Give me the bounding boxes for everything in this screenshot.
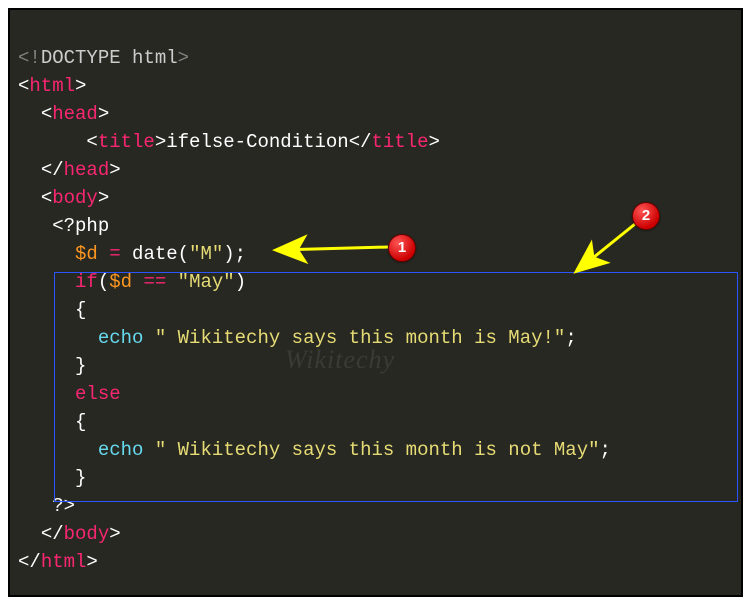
code-token: ifelse-Condition [166, 131, 348, 153]
code-token: == [143, 271, 166, 293]
code-token: " Wikitechy says this month is not May" [155, 439, 600, 461]
code-token: echo [98, 439, 144, 461]
code-token: > [109, 523, 120, 545]
code-token: ?> [52, 495, 75, 517]
code-token: </ [349, 131, 372, 153]
code-token: } [75, 355, 86, 377]
code-token: > [109, 159, 120, 181]
code-token: = [109, 243, 120, 265]
code-token: > [98, 103, 109, 125]
screenshot-frame: <!DOCTYPE html> <html> <head> <title>ife… [0, 0, 751, 605]
code-token: > [86, 551, 97, 573]
code-editor-panel: <!DOCTYPE html> <html> <head> <title>ife… [8, 8, 743, 597]
code-token: < [41, 187, 52, 209]
code-token: <! [18, 47, 41, 69]
code-token: else [75, 383, 121, 405]
code-token: { [75, 299, 86, 321]
code-token: title [98, 131, 155, 153]
code-token: html [29, 75, 75, 97]
annotation-badge-2: 2 [632, 202, 660, 230]
code-token: </ [41, 523, 64, 545]
code-token: " Wikitechy says this month is May!" [155, 327, 565, 349]
code-token: > [155, 131, 166, 153]
code-content: <!DOCTYPE html> <html> <head> <title>ife… [18, 16, 611, 597]
code-token [98, 243, 109, 265]
code-token: if [75, 271, 98, 293]
code-token: < [86, 131, 97, 153]
code-token: { [75, 411, 86, 433]
code-token: <? [52, 215, 75, 237]
code-token: ; [565, 327, 576, 349]
code-token: $d [75, 243, 98, 265]
code-token [132, 271, 143, 293]
code-token: > [429, 131, 440, 153]
code-token: ) [235, 271, 246, 293]
code-token: html [132, 47, 178, 69]
code-token [143, 439, 154, 461]
code-token: $d [109, 271, 132, 293]
code-token: < [18, 75, 29, 97]
code-token: html [41, 551, 87, 573]
code-token: body [52, 187, 98, 209]
code-token: </ [41, 159, 64, 181]
code-token: "M" [189, 243, 223, 265]
code-token: head [52, 103, 98, 125]
code-token: head [64, 159, 110, 181]
code-token [121, 47, 132, 69]
code-token: ); [223, 243, 246, 265]
code-token: php [75, 215, 109, 237]
annotation-badge-1: 1 [388, 234, 416, 262]
code-token [166, 271, 177, 293]
code-token: > [98, 187, 109, 209]
code-token: title [372, 131, 429, 153]
code-token: } [75, 467, 86, 489]
code-token: ; [600, 439, 611, 461]
code-token: body [64, 523, 110, 545]
code-token: "May" [178, 271, 235, 293]
code-token [143, 327, 154, 349]
code-token: > [75, 75, 86, 97]
code-token: DOCTYPE [41, 47, 121, 69]
code-token: ( [98, 271, 109, 293]
code-token: </ [18, 551, 41, 573]
code-token: echo [98, 327, 144, 349]
code-token: date( [121, 243, 189, 265]
code-token: > [178, 47, 189, 69]
code-token: < [41, 103, 52, 125]
